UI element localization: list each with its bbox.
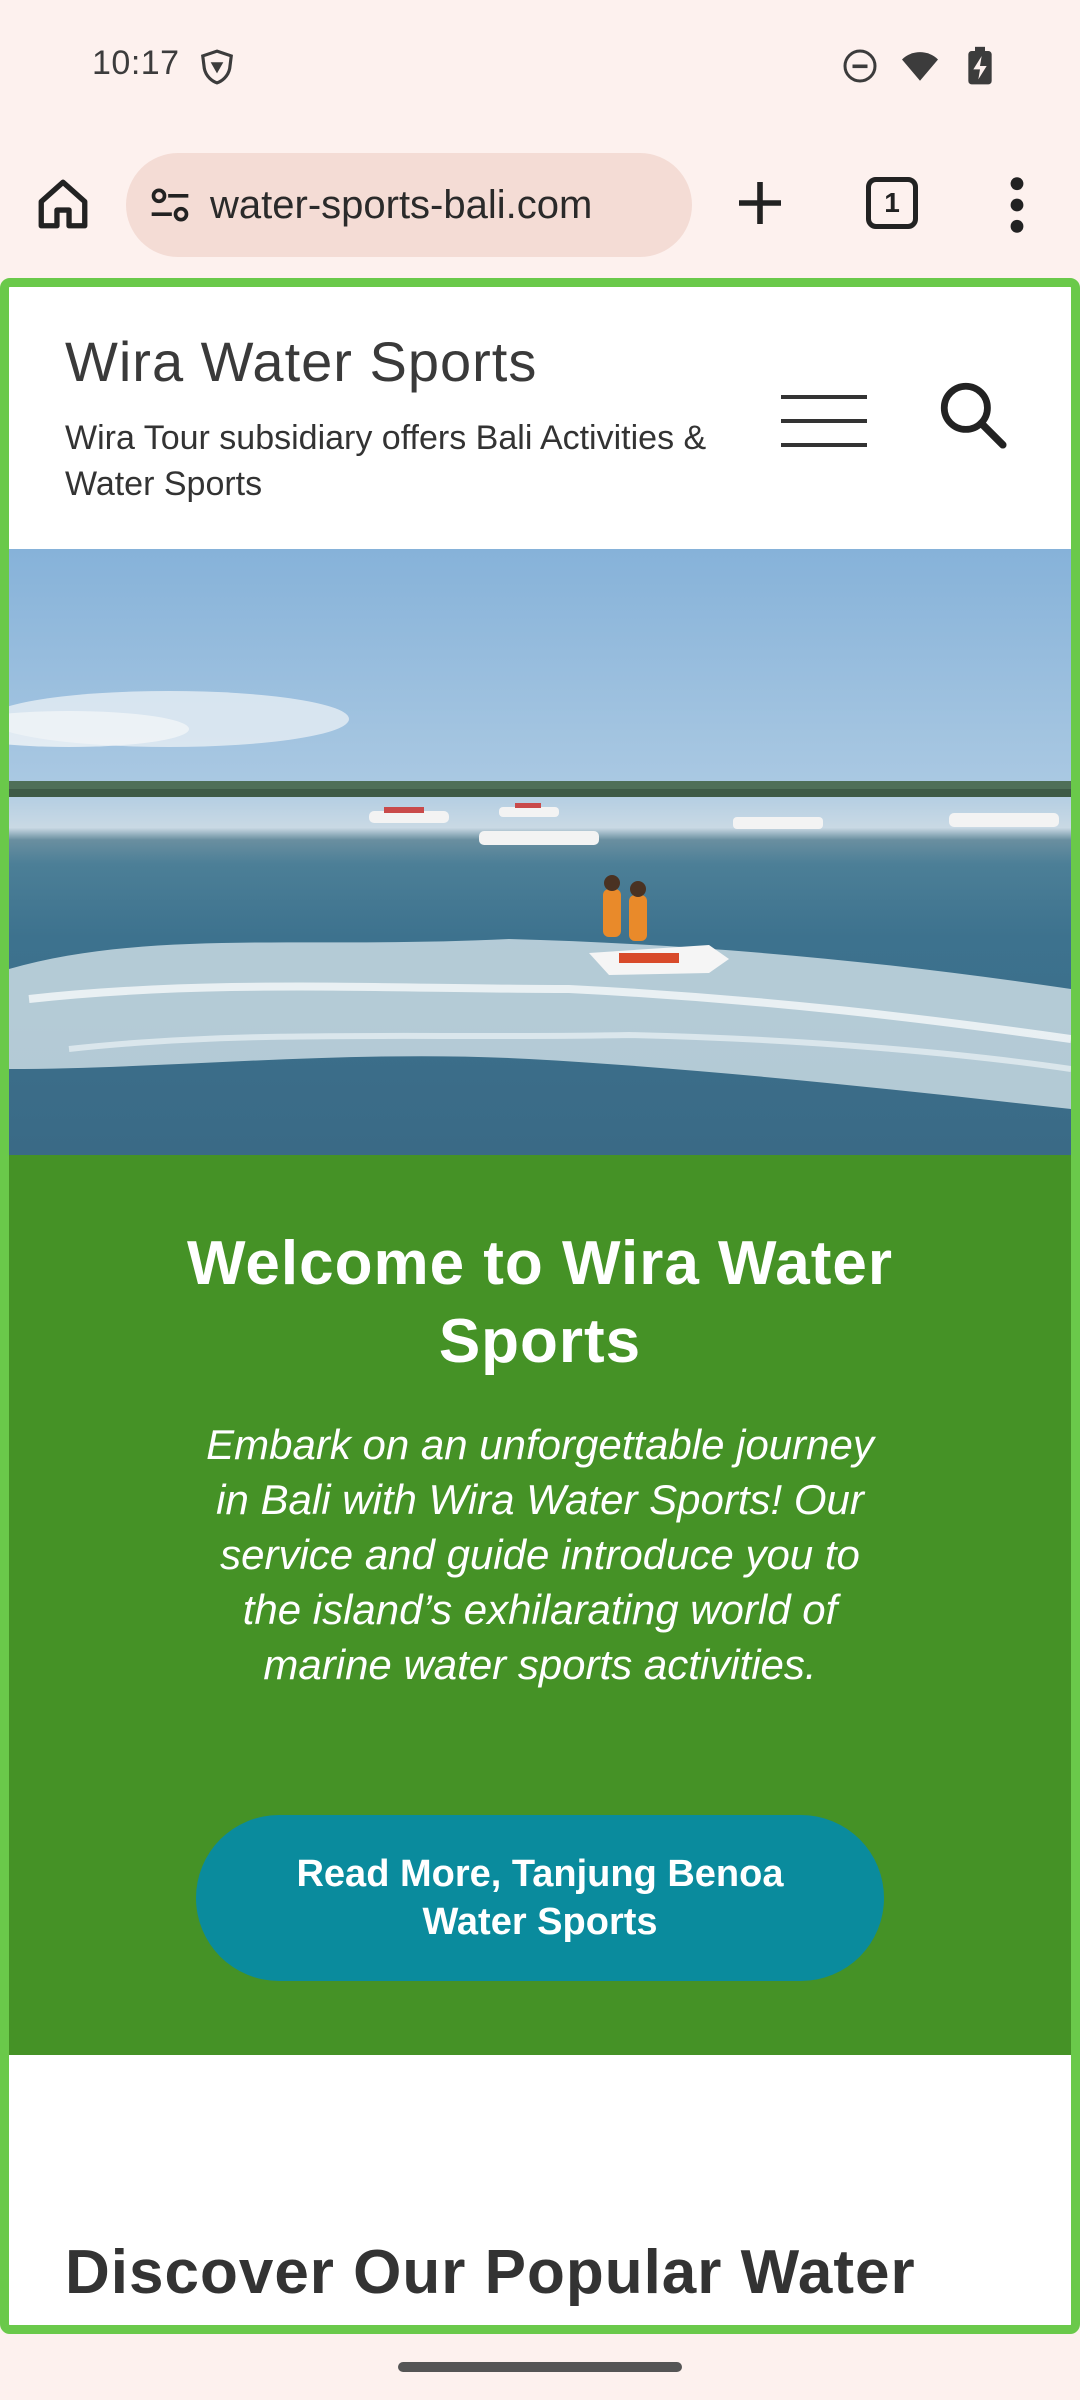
site-settings-icon[interactable]	[148, 183, 192, 227]
read-more-button[interactable]: Read More, Tanjung Benoa Water Sports	[196, 1815, 884, 1981]
site-header: Wira Water Sports Wira Tour subsidiary o…	[9, 287, 1071, 549]
gesture-navigation-bar[interactable]	[398, 2362, 682, 2372]
home-icon[interactable]	[34, 175, 92, 233]
discover-section: Discover Our Popular Water Sports Deals	[9, 2055, 1071, 2325]
menu-icon[interactable]	[781, 395, 867, 447]
web-page: Wira Water Sports Wira Tour subsidiary o…	[0, 278, 1080, 2334]
discover-title: Discover Our Popular Water Sports Deals	[65, 2238, 916, 2325]
vpn-shield-icon	[201, 49, 233, 85]
url-text[interactable]: water-sports-bali.com	[210, 183, 592, 228]
search-icon[interactable]	[935, 377, 1009, 451]
welcome-text: Embark on an unforgettable journey in Ba…	[206, 1421, 874, 1688]
site-tagline: Wira Tour subsidiary offers Bali Activit…	[65, 419, 707, 503]
address-bar[interactable]: water-sports-bali.com	[126, 153, 692, 257]
status-bar: 10:17	[0, 0, 1080, 135]
status-time: 10:17	[92, 44, 180, 82]
browser-toolbar: water-sports-bali.com 1	[0, 135, 1080, 275]
welcome-title: Welcome to Wira Water Sports	[186, 1229, 894, 1376]
more-options-icon[interactable]	[1000, 173, 1034, 237]
site-title[interactable]: Wira Water Sports	[65, 329, 537, 394]
jet-ski-photo	[9, 691, 1071, 1109]
wifi-icon	[902, 52, 938, 81]
tab-switcher-button[interactable]: 1	[866, 177, 918, 229]
new-tab-icon[interactable]	[732, 175, 788, 231]
hero-image	[9, 549, 1071, 1155]
do-not-disturb-icon	[843, 49, 877, 83]
tab-count: 1	[884, 187, 900, 218]
status-icons	[842, 46, 998, 86]
battery-charging-icon	[968, 46, 992, 85]
welcome-section: Welcome to Wira Water Sports Embark on a…	[9, 1155, 1071, 2055]
